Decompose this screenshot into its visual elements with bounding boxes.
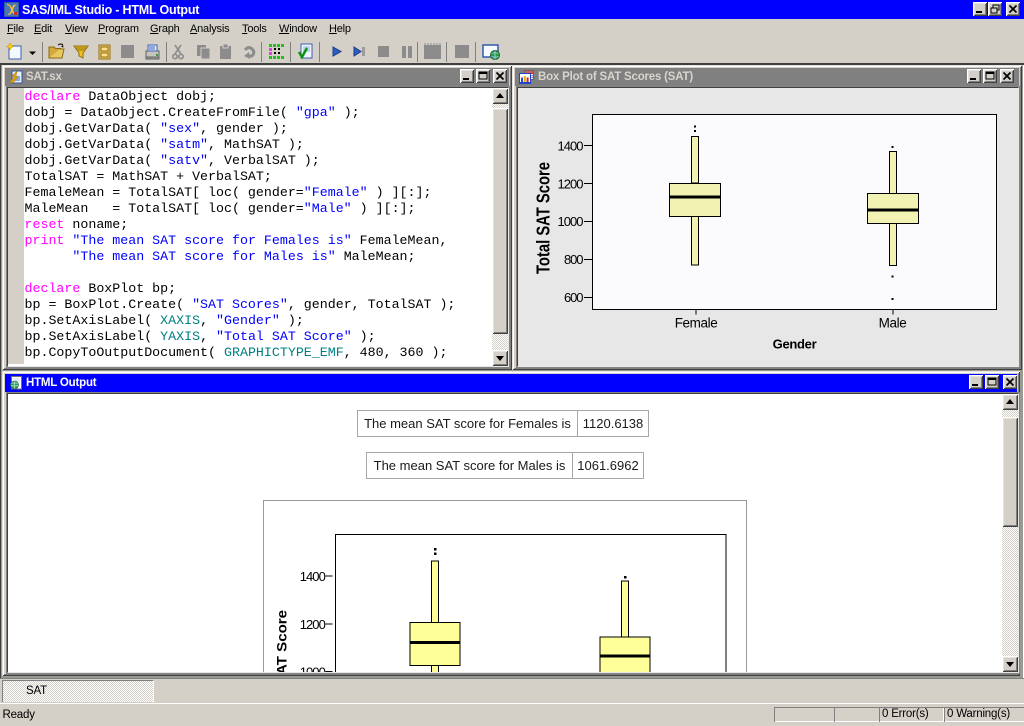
svg-text:1000: 1000 [300,665,326,674]
svg-text:Female: Female [675,316,718,331]
svg-text:1400: 1400 [300,569,326,584]
svg-text:Male: Male [879,316,907,331]
svg-text:600: 600 [564,290,584,305]
svg-text:Gender: Gender [773,337,817,352]
svg-text:Total SAT Score: Total SAT Score [534,162,554,274]
svg-text:1200: 1200 [300,617,326,632]
svg-text:800: 800 [564,252,584,267]
svg-text:1400: 1400 [558,139,584,154]
svg-text:1200: 1200 [558,176,584,191]
svg-text:1000: 1000 [558,214,584,229]
svg-text:Total SAT Score: Total SAT Score [273,610,289,673]
